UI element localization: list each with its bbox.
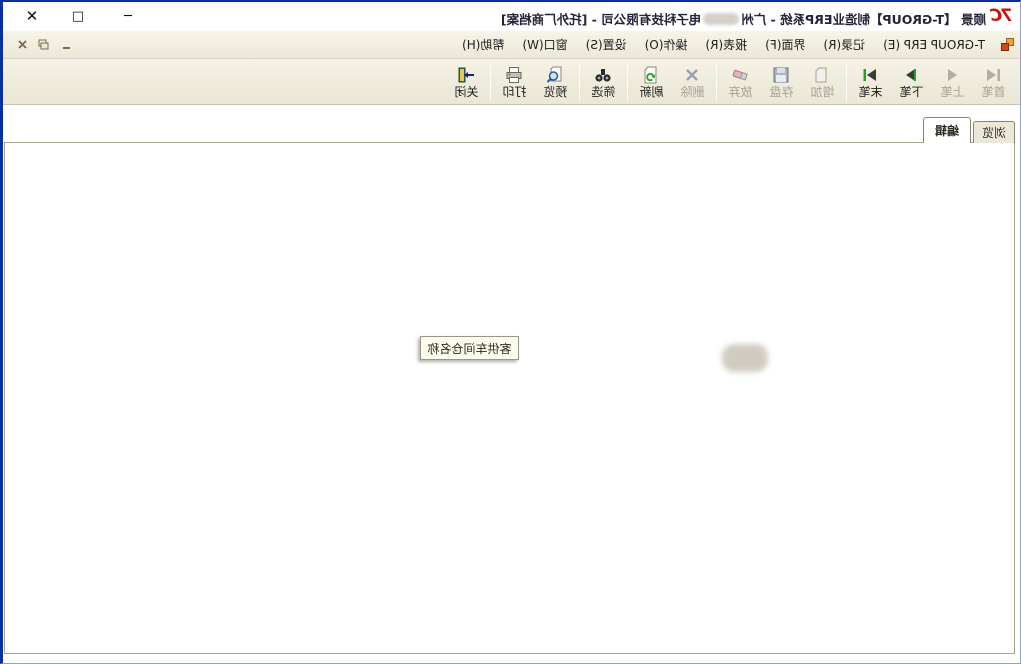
discard-button[interactable]: 放弃 <box>720 61 761 103</box>
redacted-company-name <box>703 13 739 25</box>
last-record-icon <box>861 65 881 85</box>
mdi-close-icon[interactable] <box>13 37 31 52</box>
toolbar: 首笔 上笔 下笔 末笔 增加 存盘 放弃 删除 <box>3 59 1020 105</box>
mdi-minimize-icon[interactable] <box>57 37 75 52</box>
preview-magnifier-icon <box>546 65 566 85</box>
maximize-button[interactable]: □ <box>65 7 91 26</box>
erp-application-window: 7C 顺景 【T-GROUP】制造业ERP系统 - 广州电子科技有限公司 - [… <box>0 0 1021 664</box>
menu-window[interactable]: 窗口(W) <box>513 32 576 57</box>
menu-settings[interactable]: 设置(S) <box>577 32 636 57</box>
tab-browse[interactable]: 浏览 <box>973 121 1015 143</box>
save-floppy-icon <box>772 65 792 85</box>
refresh-icon <box>642 65 662 85</box>
filter-button[interactable]: 筛选 <box>583 61 624 103</box>
menu-interface[interactable]: 界面(F) <box>756 32 814 57</box>
print-button[interactable]: 打印 <box>494 61 535 103</box>
save-button[interactable]: 存盘 <box>761 61 802 103</box>
last-record-button[interactable]: 末笔 <box>850 61 891 103</box>
mdi-restore-icon[interactable] <box>35 37 53 52</box>
tab-edit[interactable]: 编辑 <box>923 117 971 143</box>
redacted-contact-name <box>722 344 768 372</box>
toolbar-separator <box>846 63 847 101</box>
exit-door-icon <box>457 65 477 85</box>
mdi-child-icon <box>1000 38 1014 52</box>
edit-form-panel <box>4 142 1015 654</box>
delete-button[interactable]: 删除 <box>672 61 713 103</box>
delete-x-icon <box>683 65 703 85</box>
window-title: 顺景 【T-GROUP】制造业ERP系统 - 广州电子科技有限公司 - [托外厂… <box>501 9 986 28</box>
title-bar: 7C 顺景 【T-GROUP】制造业ERP系统 - 广州电子科技有限公司 - [… <box>3 2 1020 31</box>
printer-icon <box>505 65 525 85</box>
refresh-button[interactable]: 刷新 <box>631 61 672 103</box>
next-record-icon <box>902 65 922 85</box>
first-record-icon <box>984 65 1004 85</box>
close-window-button[interactable]: ✕ <box>19 7 45 26</box>
close-form-button[interactable]: 关闭 <box>446 61 487 103</box>
toolbar-separator <box>627 63 628 101</box>
menu-help[interactable]: 帮助(H) <box>453 32 513 57</box>
toolbar-separator <box>490 63 491 101</box>
minimize-button[interactable]: ─ <box>115 7 141 26</box>
add-record-button[interactable]: 增加 <box>802 61 843 103</box>
menu-report[interactable]: 报表(R) <box>696 32 756 57</box>
app-logo-icon: 7C <box>991 6 1013 26</box>
menu-bar: T-GROUP ERP (E) 记录(R) 界面(F) 报表(R) 操作(O) … <box>3 31 1020 59</box>
toolbar-separator <box>579 63 580 101</box>
add-record-icon <box>813 65 833 85</box>
screenshot-stage: 7C 顺景 【T-GROUP】制造业ERP系统 - 广州电子科技有限公司 - [… <box>0 0 1021 664</box>
menu-operation[interactable]: 操作(O) <box>636 32 697 57</box>
tooltip: 客供车间仓名称 <box>420 336 519 360</box>
toolbar-separator <box>716 63 717 101</box>
eraser-icon <box>731 65 751 85</box>
menu-record[interactable]: 记录(R) <box>814 32 874 57</box>
previous-record-button[interactable]: 上笔 <box>932 61 973 103</box>
mdi-window-controls <box>7 37 75 52</box>
first-record-button[interactable]: 首笔 <box>973 61 1014 103</box>
binoculars-icon <box>594 65 614 85</box>
preview-button[interactable]: 预览 <box>535 61 576 103</box>
previous-record-icon <box>943 65 963 85</box>
menu-tgroup-erp[interactable]: T-GROUP ERP (E) <box>874 34 994 56</box>
next-record-button[interactable]: 下笔 <box>891 61 932 103</box>
